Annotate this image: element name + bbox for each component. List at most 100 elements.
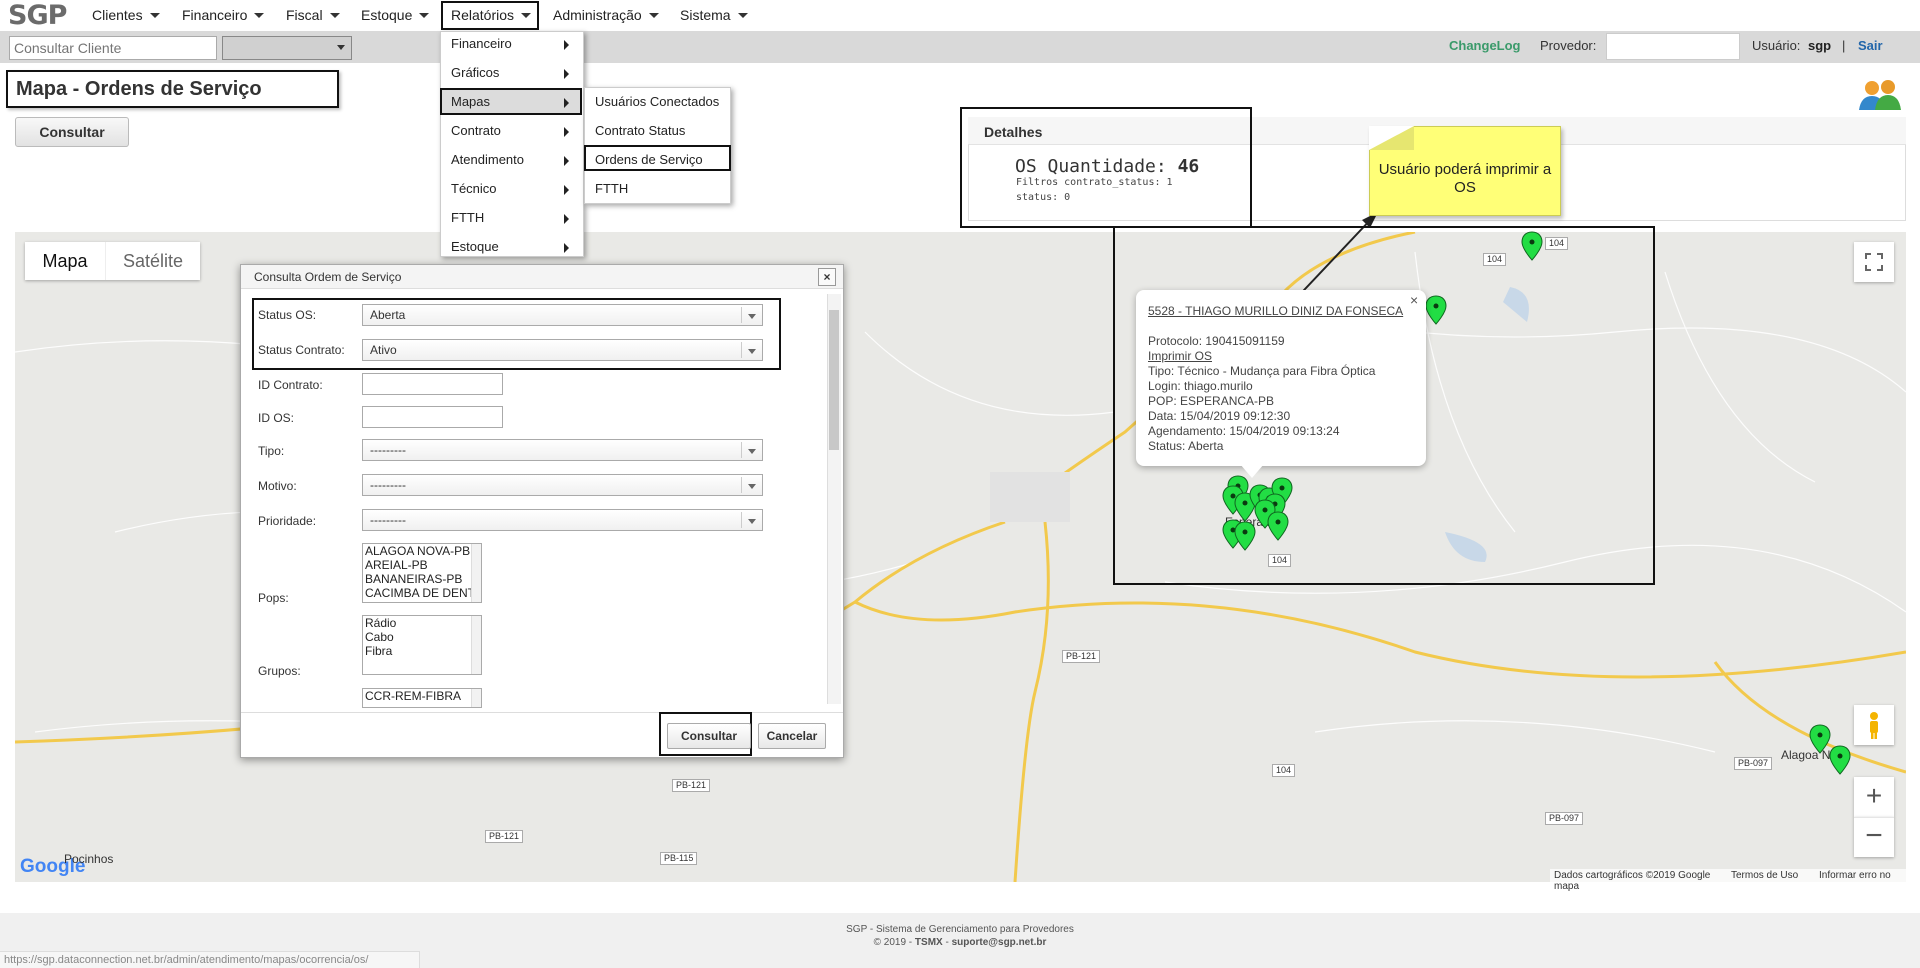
nav-label: Relatórios (451, 7, 515, 23)
menu-item-tecnico[interactable]: Técnico (451, 181, 497, 196)
menu-item-estoque[interactable]: Estoque (451, 239, 499, 254)
listbox-scrollbar[interactable] (471, 616, 481, 674)
tab-satelite[interactable]: Satélite (105, 242, 200, 280)
map-label-pocinhos: Pocinhos (64, 852, 114, 866)
fullscreen-button[interactable] (1854, 242, 1894, 282)
submenu-ftth[interactable]: FTTH (595, 181, 628, 196)
caret-down-icon (737, 13, 748, 18)
status-os-label: Status OS: (258, 308, 317, 322)
imprimir-os-link[interactable]: Imprimir OS (1148, 349, 1212, 363)
nav-clientes[interactable]: Clientes (92, 0, 160, 31)
pops-listbox[interactable]: ALAGOA NOVA-PB AREIAL-PB BANANEIRAS-PB C… (362, 543, 482, 603)
menu-item-financeiro[interactable]: Financeiro (451, 36, 512, 51)
list-item[interactable]: BANANEIRAS-PB (363, 572, 481, 586)
nav-sistema[interactable]: Sistema (680, 0, 748, 31)
status-contrato-select[interactable]: Ativo (362, 339, 763, 361)
browser-status-bar: https://sgp.dataconnection.net.br/admin/… (0, 951, 420, 968)
nav-estoque[interactable]: Estoque (361, 0, 430, 31)
chevron-right-icon (564, 69, 569, 79)
submenu-usuarios-conectados[interactable]: Usuários Conectados (595, 94, 719, 109)
nav-fiscal[interactable]: Fiscal (286, 0, 340, 31)
provedor-input[interactable] (1606, 33, 1740, 60)
nav-financeiro[interactable]: Financeiro (182, 0, 265, 31)
consultar-cliente-input[interactable] (9, 36, 217, 60)
list-item[interactable]: CCR-REM-FIBRA (363, 689, 481, 703)
menu-item-mapas[interactable]: Mapas (451, 94, 490, 109)
nav-relatorios[interactable]: Relatórios (451, 0, 532, 31)
consultar-button[interactable]: Consultar (15, 117, 129, 147)
listbox-scrollbar[interactable] (471, 544, 481, 602)
map-data-credit: Dados cartográficos ©2019 Google (1554, 870, 1711, 881)
chevron-right-icon (564, 156, 569, 166)
list-item[interactable]: Fibra (363, 644, 481, 658)
terms-link[interactable]: Termos de Uso (1731, 870, 1798, 881)
motivo-label: Motivo: (258, 479, 297, 493)
chevron-right-icon (564, 185, 569, 195)
road-badge: 104 (1272, 764, 1296, 777)
pops-label: Pops: (258, 591, 289, 605)
nav-label: Clientes (92, 7, 143, 23)
cliente-filter-select[interactable] (222, 36, 352, 60)
extra-listbox[interactable]: CCR-REM-FIBRA (362, 688, 482, 708)
caret-down-icon (419, 13, 430, 18)
provedor-label: Provedor: (1540, 38, 1597, 53)
chevron-right-icon (564, 127, 569, 137)
motivo-select[interactable]: --------- (362, 474, 763, 496)
status-os-value: Aberta (370, 308, 406, 322)
list-item[interactable]: Rádio (363, 616, 481, 630)
users-icon[interactable] (1857, 78, 1903, 112)
menu-item-ftth[interactable]: FTTH (451, 210, 484, 225)
grupos-listbox[interactable]: Rádio Cabo Fibra (362, 615, 482, 675)
caret-down-icon (149, 13, 160, 18)
id-contrato-input[interactable] (362, 373, 503, 395)
footer-email[interactable]: suporte@sgp.net.br (952, 937, 1047, 948)
menu-item-contrato[interactable]: Contrato (451, 123, 501, 138)
dialog-cancelar-button[interactable]: Cancelar (758, 723, 826, 749)
nav-label: Fiscal (286, 7, 323, 23)
info-tipo: Tipo: Técnico - Mudança para Fibra Óptic… (1148, 364, 1376, 378)
nav-administracao[interactable]: Administração (553, 0, 659, 31)
id-os-input[interactable] (362, 406, 503, 428)
close-icon[interactable]: × (818, 268, 836, 286)
chevron-right-icon (564, 40, 569, 50)
tipo-value: --------- (370, 443, 406, 457)
road-badge: PB-097 (1545, 812, 1584, 825)
menu-item-graficos[interactable]: Gráficos (451, 65, 499, 80)
footer-separator: - (942, 937, 952, 948)
list-item[interactable]: CACIMBA DE DENTRO-PB (363, 586, 481, 600)
zoom-out-button[interactable]: − (1854, 817, 1894, 857)
tab-mapa[interactable]: Mapa (25, 242, 105, 280)
dialog-scrollbar-thumb[interactable] (829, 310, 839, 450)
map-attribution: Dados cartográficos ©2019 Google Termos … (1550, 869, 1920, 893)
list-item[interactable]: AREIAL-PB (363, 558, 481, 572)
caret-down-icon (329, 13, 340, 18)
changelog-link[interactable]: ChangeLog (1449, 38, 1521, 53)
dialog-consultar-button[interactable]: Consultar (667, 723, 751, 749)
app-logo[interactable]: SGP (8, 0, 82, 31)
submenu-contrato-status[interactable]: Contrato Status (595, 123, 685, 138)
menu-item-atendimento[interactable]: Atendimento (451, 152, 524, 167)
tipo-select[interactable]: --------- (362, 439, 763, 461)
detalhes-highlight (960, 107, 1252, 228)
logout-link[interactable]: Sair (1858, 38, 1883, 53)
street-view-button[interactable] (1854, 705, 1894, 745)
note-fold (1369, 126, 1414, 150)
info-login: Login: thiago.murilo (1148, 379, 1253, 393)
info-client-link[interactable]: 5528 - THIAGO MURILLO DINIZ DA FONSECA (1148, 304, 1403, 318)
close-icon[interactable]: × (1410, 292, 1418, 308)
zoom-in-button[interactable]: + (1854, 777, 1894, 817)
motivo-value: --------- (370, 478, 406, 492)
submenu-ordens-de-servico[interactable]: Ordens de Serviço (595, 152, 703, 167)
listbox-scrollbar[interactable] (471, 689, 481, 707)
list-item[interactable]: ALAGOA NOVA-PB (363, 544, 481, 558)
dialog-title: Consulta Ordem de Serviço (254, 270, 402, 284)
road-badge: PB-121 (672, 779, 711, 792)
pegman-icon (1870, 712, 1878, 739)
prioridade-select[interactable]: --------- (362, 509, 763, 531)
caret-down-icon (254, 13, 265, 18)
chevron-right-icon (564, 243, 569, 253)
list-item[interactable]: Cabo (363, 630, 481, 644)
caret-down-icon (337, 45, 345, 50)
status-os-select[interactable]: Aberta (362, 304, 763, 326)
separator: | (1842, 38, 1846, 53)
